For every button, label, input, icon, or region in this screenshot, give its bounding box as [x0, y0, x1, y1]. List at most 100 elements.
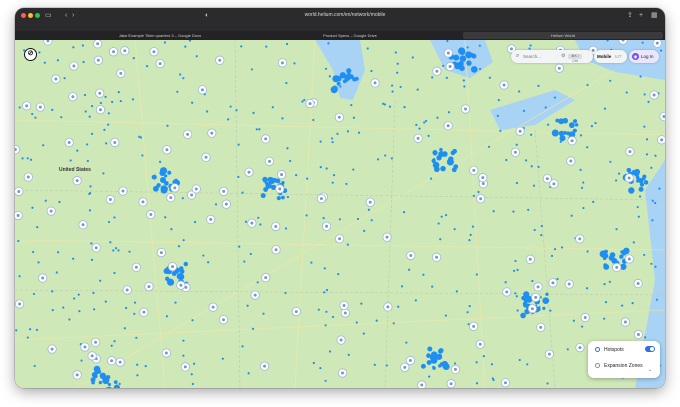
hotspot-cluster-dot	[159, 170, 166, 176]
hotspot-dot	[632, 241, 635, 244]
layers-panel: Hotspots Expansion Zones ⌄	[588, 341, 660, 378]
settings-icon[interactable]: ⚙	[561, 50, 565, 63]
hotspot-dot	[408, 268, 411, 271]
hotspot-dot	[15, 329, 18, 332]
hotspot-cluster-dot	[336, 81, 341, 86]
hotspot-marker-center	[96, 58, 100, 62]
expansion-radio[interactable]	[595, 363, 600, 368]
hotspot-marker-center	[280, 61, 284, 65]
hotspot-dot	[645, 138, 649, 141]
hotspot-cluster-dot	[542, 297, 550, 305]
hotspot-dot	[650, 166, 653, 169]
hotspot-marker-center	[416, 136, 420, 140]
hotspot-marker-center	[200, 88, 204, 92]
hotspot-dot	[237, 143, 240, 146]
hotspot-marker-center	[435, 255, 439, 259]
close-window-button[interactable]	[21, 13, 26, 18]
hotspot-dot	[99, 279, 102, 282]
hotspot-marker-center	[67, 141, 71, 145]
login-button[interactable]: ◉ Log In	[629, 50, 659, 63]
hotspot-cluster-dot	[94, 369, 99, 375]
mode-iot[interactable]: IoT	[615, 50, 622, 63]
tab-overview-icon[interactable]: ▦	[651, 11, 658, 20]
hotspot-dot	[56, 59, 59, 62]
helium-logo[interactable]: ⊘	[24, 48, 37, 61]
chevron-down-icon[interactable]: ⌄	[648, 367, 652, 373]
hotspot-cluster-dot	[459, 56, 464, 61]
hotspot-dot	[31, 206, 34, 209]
hotspot-dot	[647, 100, 650, 103]
hotspot-marker-center	[408, 358, 412, 362]
hotspot-marker-center	[319, 197, 323, 201]
hotspot-dot	[594, 121, 597, 125]
mode-mobile[interactable]: Mobile	[597, 50, 611, 63]
zoom-window-button[interactable]	[35, 13, 40, 18]
hotspot-dot	[136, 363, 139, 366]
hotspot-marker-center	[263, 364, 267, 368]
hotspot-dot	[370, 69, 373, 73]
hotspot-cluster-dot	[555, 118, 560, 123]
hotspot-dot	[73, 297, 76, 300]
hotspot-marker-center	[142, 310, 146, 314]
hotspot-dot	[258, 128, 261, 131]
hotspots-toggle[interactable]	[645, 346, 655, 352]
hotspot-dot	[516, 268, 519, 272]
hotspot-dot	[18, 275, 21, 278]
new-tab-icon[interactable]: +	[639, 11, 643, 20]
hotspot-dot	[117, 249, 120, 252]
hotspot-dot	[184, 45, 187, 48]
hotspot-marker-center	[119, 71, 123, 75]
back-icon[interactable]: ‹	[65, 11, 67, 20]
coverage-map[interactable]: ⊘ ⌕ ⚙ ⌘K / Ctrl Mobile IoT ◉ Log In Unit…	[15, 40, 665, 388]
hotspot-dot	[104, 300, 107, 303]
tab-google-docs[interactable]: Jake Example Tikim quarters 3 – Google D…	[85, 32, 235, 39]
hotspot-dot	[136, 374, 139, 377]
hotspot-cluster-dot	[281, 195, 285, 200]
map-search[interactable]: ⌕ ⚙ ⌘K / Ctrl	[511, 50, 593, 63]
hotspots-radio[interactable]	[595, 347, 600, 352]
tab-helium-world[interactable]: Helium World	[463, 32, 663, 39]
hotspot-dot	[324, 324, 327, 327]
hotspot-marker-center	[448, 65, 452, 69]
hotspot-dot	[331, 181, 334, 184]
hotspot-dot	[453, 362, 457, 365]
hotspot-dot	[430, 177, 433, 180]
address-bar[interactable]: world.helium.com/en/network/mobile	[215, 11, 475, 20]
map-canvas[interactable]	[15, 40, 665, 388]
hotspot-cluster-dot	[452, 148, 458, 154]
hotspot-dot	[475, 382, 479, 385]
search-input[interactable]	[523, 53, 561, 60]
tab-google-drive[interactable]: Product Specs – Google Drive	[275, 32, 425, 39]
forward-icon[interactable]: ›	[72, 11, 74, 20]
hotspot-marker-center	[343, 311, 347, 315]
network-mode-toggle[interactable]: Mobile IoT	[594, 50, 627, 63]
minimize-window-button[interactable]	[28, 13, 33, 18]
hotspot-dot	[490, 363, 494, 366]
hotspot-marker-center	[446, 124, 450, 128]
hotspot-dot	[138, 135, 141, 138]
hotspot-dot	[643, 125, 646, 128]
hotspot-marker-center	[552, 182, 556, 186]
hotspot-dot	[90, 242, 93, 245]
share-icon[interactable]: ⇪	[627, 11, 633, 20]
hotspot-dot	[240, 45, 243, 48]
hotspot-dot	[179, 73, 182, 76]
hotspot-dot	[51, 108, 54, 111]
hotspot-dot	[107, 220, 111, 224]
hotspot-marker-center	[308, 102, 312, 106]
hotspot-dot	[375, 319, 378, 322]
hotspot-dot	[453, 228, 456, 231]
hotspot-dot	[182, 339, 185, 342]
hotspot-cluster-dot	[166, 278, 175, 286]
hotspot-cluster-dot	[98, 380, 103, 385]
hotspot-dot	[250, 68, 254, 71]
hotspot-dot	[107, 112, 110, 115]
sidebar-toggle-icon[interactable]: ▭	[45, 11, 52, 20]
hotspot-marker-center	[509, 47, 513, 51]
hotspot-marker-center	[636, 282, 640, 286]
hotspot-cluster-dot	[426, 360, 432, 365]
tab-label: Jake Example Tikim quarters 3 – Google D…	[118, 33, 202, 38]
hotspot-dot	[293, 62, 296, 65]
hotspot-cluster-dot	[643, 180, 649, 185]
hotspot-marker-center	[264, 276, 268, 280]
